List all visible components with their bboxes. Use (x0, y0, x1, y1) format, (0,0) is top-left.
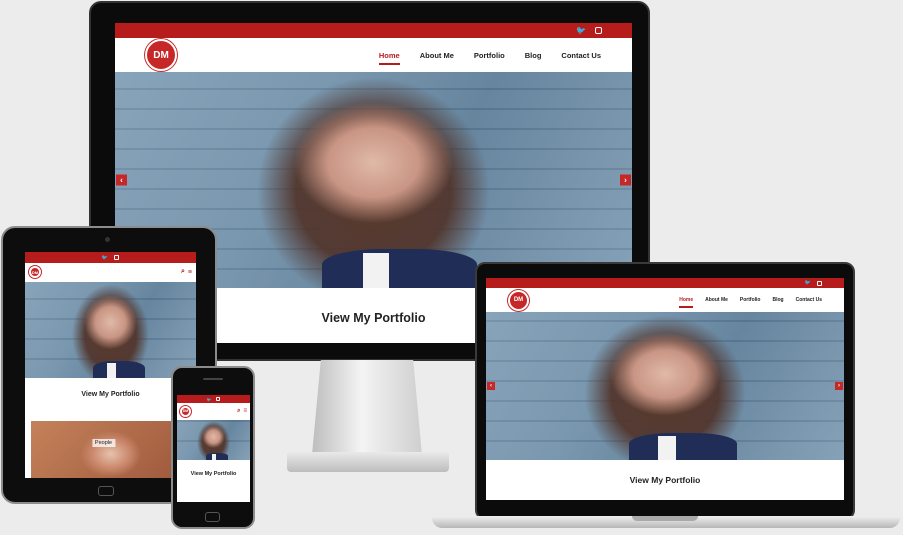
chevron-right-icon[interactable]: › (620, 174, 631, 186)
nav-portfolio[interactable]: Portfolio (740, 297, 761, 303)
nav-links: Home About Me Portfolio Blog Contact Us (679, 297, 822, 308)
top-social-bar: 🐦 (177, 395, 250, 403)
phone: 🐦 DM ⌕ ≡ View My Portfolio (171, 366, 255, 529)
phone-screen: 🐦 DM ⌕ ≡ View My Portfolio (177, 395, 250, 502)
hero-image (206, 452, 229, 460)
nav-blog[interactable]: Blog (772, 297, 783, 303)
phone-speaker (203, 378, 223, 380)
twitter-icon[interactable]: 🐦 (207, 397, 212, 402)
people-card[interactable]: People (31, 421, 176, 478)
hero-image-detail (657, 436, 676, 460)
site-logo[interactable]: DM (180, 405, 191, 417)
twitter-icon[interactable]: 🐦 (102, 255, 108, 261)
chevron-left-icon[interactable]: ‹ (487, 382, 495, 390)
twitter-icon[interactable]: 🐦 (805, 280, 811, 286)
hero-slider: ‹ › (486, 312, 844, 460)
instagram-icon[interactable] (595, 27, 602, 34)
hero-image-detail (363, 253, 389, 288)
laptop-screen: 🐦 DM Home About Me Portfolio Blog Contac… (486, 278, 844, 500)
hero-slider (177, 420, 250, 460)
search-icon[interactable]: ⌕ (181, 268, 185, 276)
people-label: People (91, 439, 116, 447)
portfolio-heading: View My Portfolio (629, 475, 701, 485)
main-nav: DM ⌕ ≡ (25, 263, 196, 281)
hero-image (629, 433, 737, 460)
hero-image (93, 360, 145, 378)
hamburger-menu-icon[interactable]: ≡ (188, 269, 192, 276)
nav-tools: ⌕ ≡ (237, 408, 247, 415)
nav-contact[interactable]: Contact Us (796, 297, 822, 303)
monitor-stand (312, 360, 422, 455)
site-logo[interactable]: DM (145, 39, 177, 71)
nav-links: Home About Me Portfolio Blog Contact Us (378, 51, 601, 65)
phone-home-button[interactable] (205, 512, 220, 522)
tablet-camera (105, 237, 110, 242)
main-nav: DM Home About Me Portfolio Blog Contact … (486, 288, 844, 312)
nav-about[interactable]: About Me (705, 297, 728, 303)
instagram-icon[interactable] (216, 397, 221, 401)
hero-image-detail (107, 362, 116, 378)
instagram-icon[interactable] (817, 280, 822, 286)
nav-contact[interactable]: Contact Us (561, 51, 601, 60)
tablet-home-button[interactable] (98, 486, 114, 496)
nav-about[interactable]: About Me (420, 51, 454, 60)
top-social-bar: 🐦 (486, 278, 844, 288)
main-nav: DM Home About Me Portfolio Blog Contact … (115, 38, 632, 72)
laptop-notch (632, 516, 698, 521)
nav-tools: ⌕ ≡ (181, 268, 192, 276)
chevron-right-icon[interactable]: › (835, 382, 843, 390)
monitor-base (287, 452, 449, 472)
nav-portfolio[interactable]: Portfolio (474, 51, 505, 60)
laptop: 🐦 DM Home About Me Portfolio Blog Contac… (432, 262, 900, 535)
portfolio-heading: View My Portfolio (190, 471, 237, 477)
hero-slider (25, 282, 196, 378)
instagram-icon[interactable] (114, 255, 120, 260)
top-social-bar: 🐦 (115, 23, 632, 38)
search-icon[interactable]: ⌕ (237, 408, 240, 415)
site-logo[interactable]: DM (508, 289, 529, 311)
nav-home[interactable]: Home (679, 297, 693, 308)
nav-blog[interactable]: Blog (525, 51, 542, 60)
main-nav: DM ⌕ ≡ (177, 403, 250, 419)
twitter-icon[interactable]: 🐦 (576, 26, 586, 35)
nav-home[interactable]: Home (378, 51, 400, 65)
top-social-bar: 🐦 (25, 252, 196, 263)
hero-image-detail (212, 453, 216, 460)
hamburger-menu-icon[interactable]: ≡ (243, 408, 247, 414)
chevron-left-icon[interactable]: ‹ (116, 174, 127, 186)
site-logo[interactable]: DM (29, 266, 41, 278)
